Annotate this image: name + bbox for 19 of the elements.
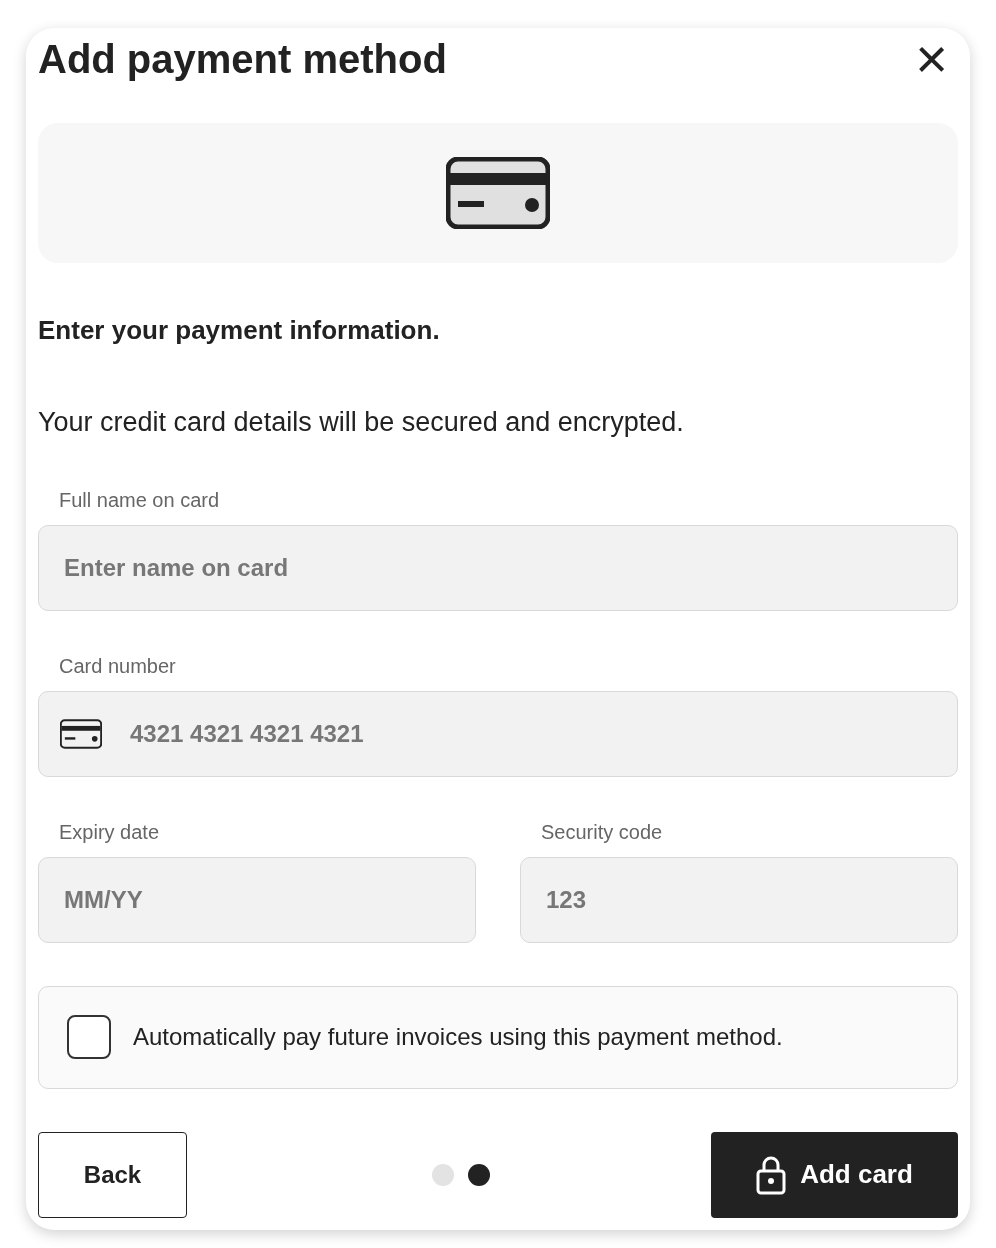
- input-field[interactable]: Enter name on card: [38, 524, 958, 611]
- lock-icon: [756, 1154, 787, 1195]
- description-text: Your credit card details will be secured and encrypted.: [38, 406, 685, 439]
- checkbox-label: Automatically pay future invoices using this payment method.: [133, 1022, 783, 1052]
- field-label: Full name on card: [58, 487, 221, 513]
- add-card-button[interactable]: Add card: [711, 1131, 958, 1218]
- field-label: Card number: [58, 653, 177, 679]
- field-label: Security code: [540, 819, 664, 845]
- checkbox[interactable]: [67, 1015, 111, 1059]
- input-field[interactable]: 123: [520, 856, 958, 943]
- field-label: Expiry date: [58, 819, 161, 845]
- back-button[interactable]: Back: [38, 1131, 187, 1218]
- section-heading: Enter your payment information.: [38, 314, 441, 347]
- dialog-title: Add payment method: [38, 36, 447, 83]
- credit-card-icon: [446, 157, 550, 229]
- input-field[interactable]: 4321 4321 4321 4321: [38, 690, 958, 777]
- credit-card-icon: [60, 718, 102, 749]
- close-button[interactable]: ×: [905, 31, 958, 87]
- input-field[interactable]: MM/YY: [38, 856, 476, 943]
